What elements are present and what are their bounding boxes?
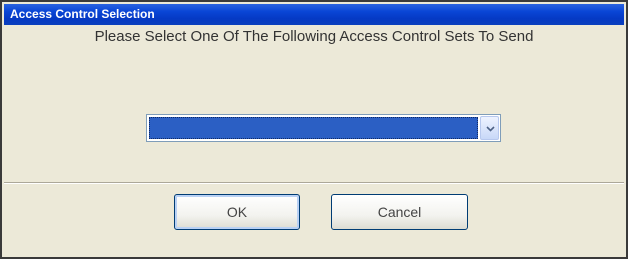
- title-bar[interactable]: Access Control Selection: [4, 4, 624, 25]
- dropdown-toggle-button[interactable]: [480, 116, 499, 140]
- cancel-button[interactable]: Cancel: [331, 194, 468, 230]
- dialog-window: Access Control Selection Please Select O…: [0, 0, 628, 259]
- dropdown-selected-value[interactable]: [149, 117, 478, 139]
- chevron-down-icon: [486, 126, 495, 132]
- selection-prompt: Please Select One Of The Following Acces…: [94, 28, 534, 45]
- ok-button[interactable]: OK: [174, 194, 300, 230]
- button-area-divider: [4, 182, 624, 184]
- access-control-set-dropdown[interactable]: [146, 114, 501, 142]
- window-title: Access Control Selection: [10, 7, 155, 21]
